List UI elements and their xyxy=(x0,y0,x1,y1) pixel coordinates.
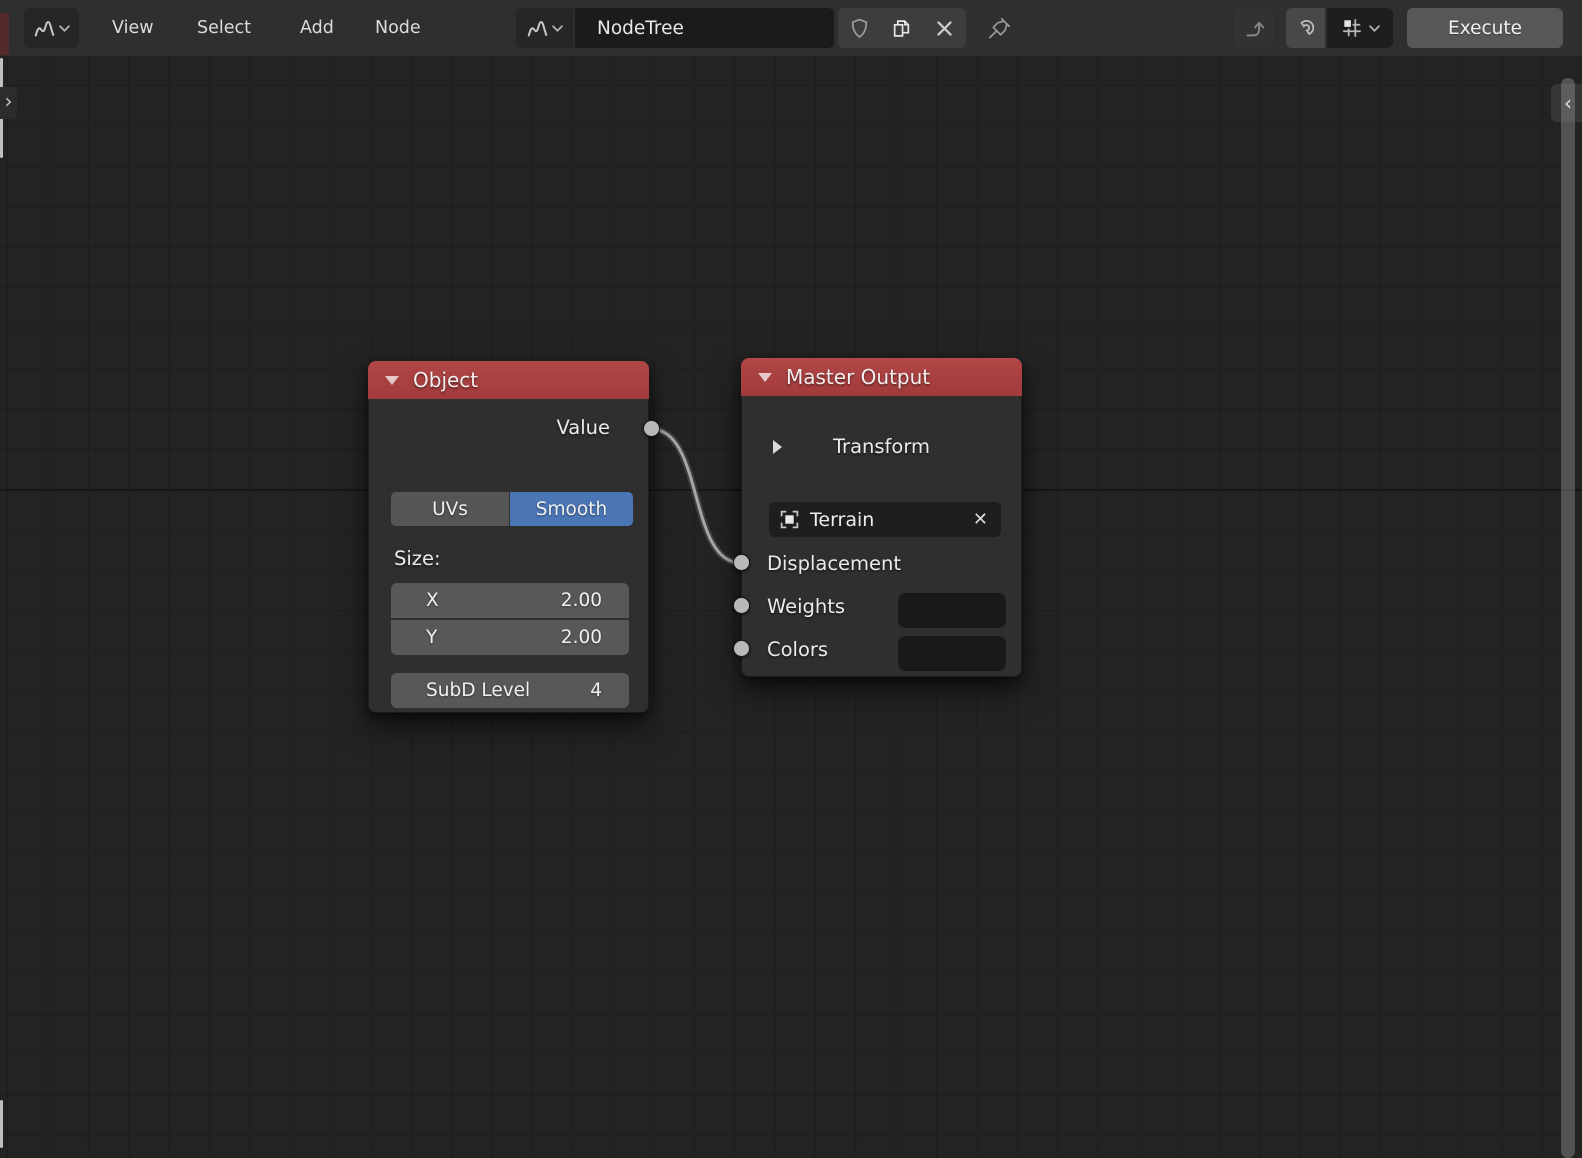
colors-input-socket[interactable] xyxy=(733,640,750,657)
object-node-title: Object xyxy=(413,368,478,392)
subd-level-value: 4 xyxy=(590,673,602,708)
node-tree-name-input[interactable] xyxy=(575,8,834,48)
weights-input-label: Weights xyxy=(767,593,845,621)
smooth-button[interactable]: Smooth xyxy=(510,492,633,526)
sidebar-toggle-chevron[interactable]: ‹ xyxy=(1561,90,1575,116)
value-output-socket[interactable] xyxy=(643,420,660,437)
size-y-label: Y xyxy=(426,620,437,655)
colors-value-field[interactable] xyxy=(898,636,1006,671)
pin-button[interactable] xyxy=(980,8,1018,48)
fake-user-shield-button[interactable] xyxy=(838,8,881,48)
chevron-down-icon xyxy=(59,25,70,32)
arrow-up-parent-icon xyxy=(1243,17,1266,40)
tree-browse-dropdown[interactable] xyxy=(516,8,573,48)
execute-button[interactable]: Execute xyxy=(1407,8,1563,48)
vertical-scrollbar[interactable] xyxy=(1561,78,1575,1158)
window-edge-accent xyxy=(0,13,9,55)
size-x-label: X xyxy=(426,583,439,618)
id-block-button-group xyxy=(838,8,966,48)
master-output-node-header[interactable]: Master Output xyxy=(741,358,1022,396)
snap-toggle-button[interactable] xyxy=(1286,8,1325,48)
node-tree-icon xyxy=(527,18,548,39)
snap-grid-icon xyxy=(1341,17,1363,39)
menu-add[interactable]: Add xyxy=(300,0,334,56)
duplicate-data-button[interactable] xyxy=(881,8,924,48)
transform-panel[interactable]: Transform xyxy=(742,433,1021,461)
chevron-down-icon xyxy=(552,25,563,32)
menu-select[interactable]: Select xyxy=(197,0,251,56)
displacement-input-label: Displacement xyxy=(767,550,901,578)
node-editor-icon xyxy=(34,18,55,39)
collapse-triangle-icon[interactable] xyxy=(385,376,399,385)
uv-smooth-segmented-control: UVs Smooth xyxy=(391,492,633,526)
close-icon xyxy=(936,20,953,37)
expand-triangle-icon[interactable] xyxy=(773,440,782,454)
unlink-data-button[interactable] xyxy=(923,8,966,48)
weights-input-socket[interactable] xyxy=(733,597,750,614)
terrain-object-selector[interactable]: Terrain ✕ xyxy=(769,502,1001,537)
snap-mode-dropdown[interactable] xyxy=(1327,8,1393,48)
unlink-object-icon[interactable]: ✕ xyxy=(973,509,988,530)
subd-level-slider[interactable]: SubD Level 4 xyxy=(391,673,629,708)
subd-level-label: SubD Level xyxy=(426,673,530,708)
master-output-node[interactable]: Master Output Transform Terrain ✕ Displa… xyxy=(741,358,1022,677)
displacement-input-socket[interactable] xyxy=(733,554,750,571)
left-edge-handle-bottom[interactable] xyxy=(0,1100,3,1148)
size-x-slider[interactable]: X 2.00 xyxy=(391,583,629,618)
object-name: Terrain xyxy=(810,509,973,531)
object-node[interactable]: Object Value UVs Smooth Size: X 2.00 Y 2… xyxy=(368,361,649,713)
menu-node[interactable]: Node xyxy=(375,0,421,56)
menu-view[interactable]: View xyxy=(112,0,154,56)
colors-input-label: Colors xyxy=(767,636,828,664)
toolbar-toggle-chevron[interactable]: › xyxy=(0,87,17,119)
value-output-label: Value xyxy=(369,414,648,442)
size-label: Size: xyxy=(394,547,441,570)
master-output-node-title: Master Output xyxy=(786,365,930,389)
weights-value-field[interactable] xyxy=(898,593,1006,628)
editor-type-dropdown[interactable] xyxy=(24,8,79,48)
object-node-header[interactable]: Object xyxy=(368,361,649,399)
size-y-value: 2.00 xyxy=(561,620,602,655)
size-y-slider[interactable]: Y 2.00 xyxy=(391,620,629,655)
magnet-icon xyxy=(1295,17,1317,39)
go-to-parent-tree-button[interactable] xyxy=(1234,8,1274,48)
duplicate-icon xyxy=(891,18,912,39)
uvs-button[interactable]: UVs xyxy=(391,492,509,526)
pin-icon xyxy=(987,16,1012,41)
transform-panel-label: Transform xyxy=(833,435,930,458)
size-x-value: 2.00 xyxy=(561,583,602,618)
chevron-down-icon xyxy=(1369,25,1380,32)
shield-icon xyxy=(850,18,869,39)
header-bar: View Select Add Node xyxy=(0,0,1582,56)
object-data-icon xyxy=(779,509,800,530)
collapse-triangle-icon[interactable] xyxy=(758,373,772,382)
